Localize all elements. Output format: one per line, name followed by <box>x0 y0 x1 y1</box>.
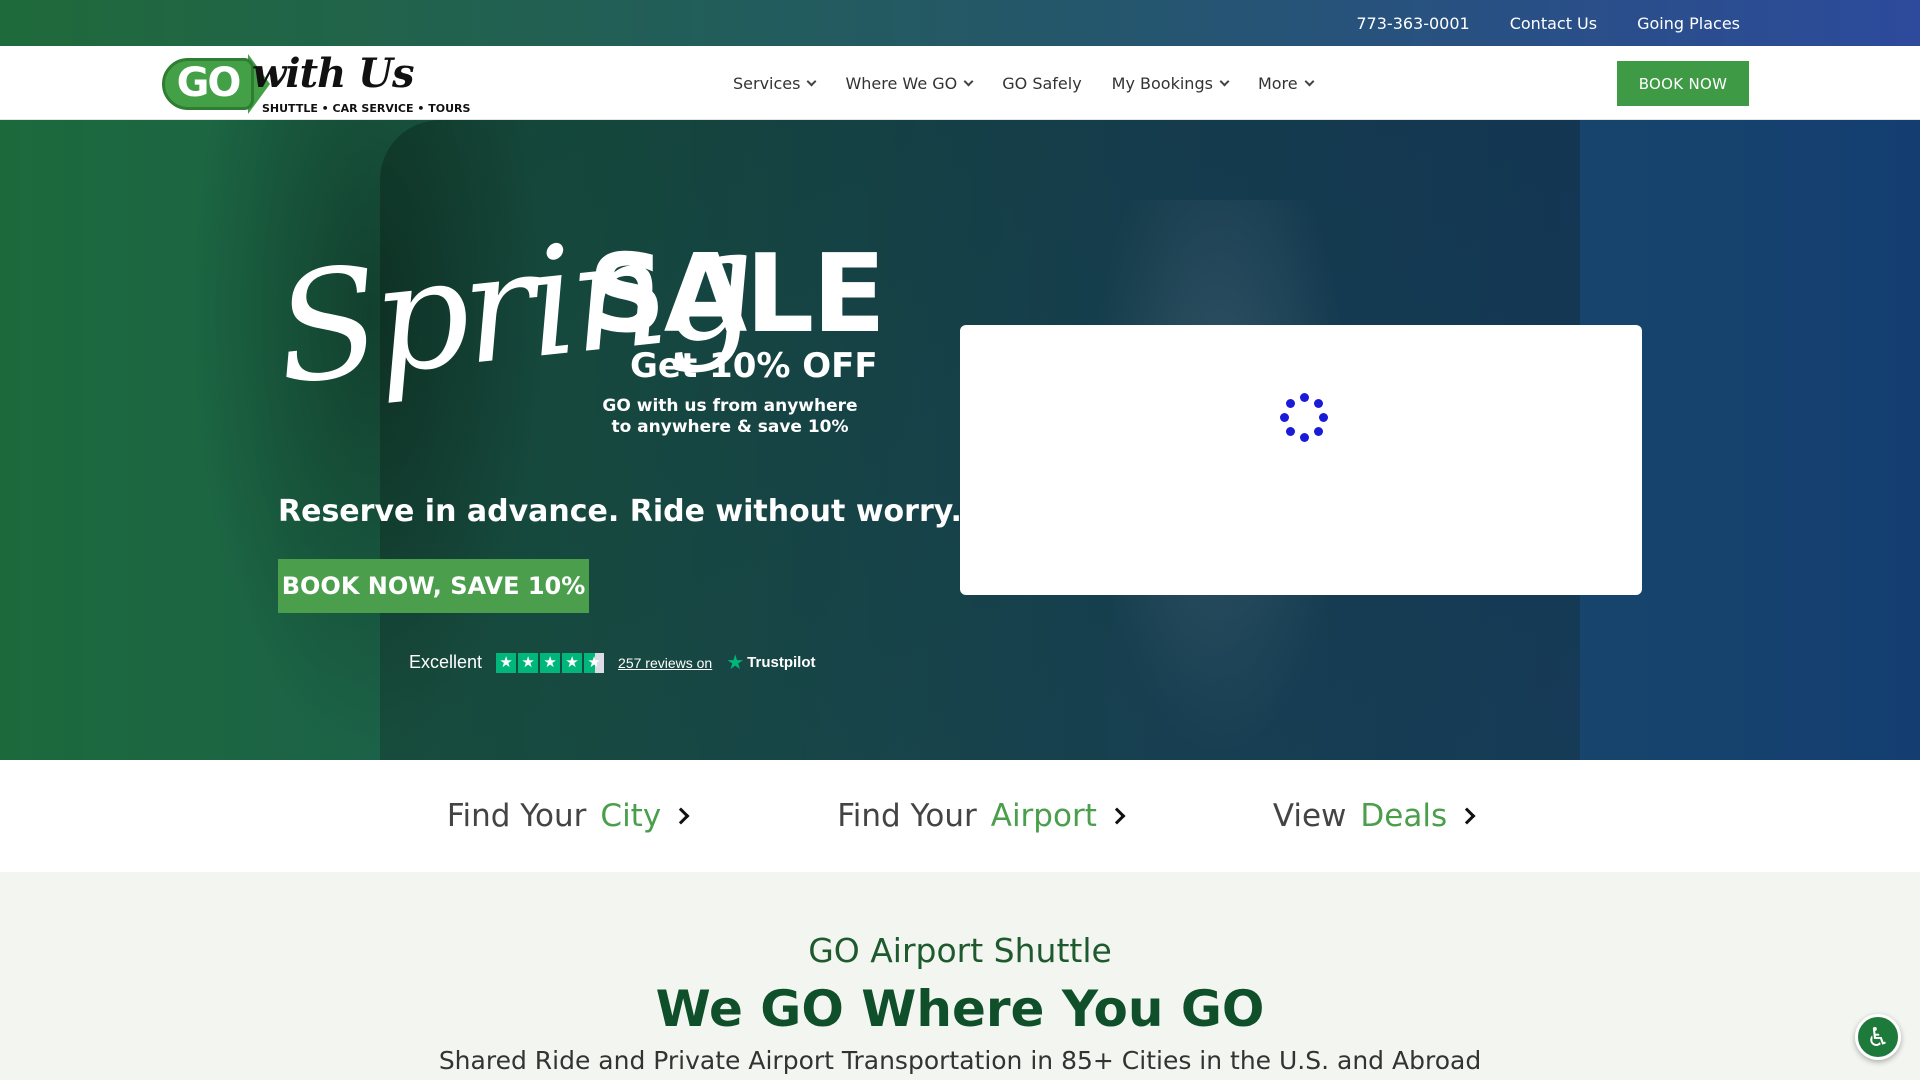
chevron-down-icon <box>807 76 817 86</box>
star-icon: ★ <box>518 652 539 673</box>
chevron-down-icon <box>1304 76 1315 86</box>
trustpilot-logo: ★ Trustpilot <box>726 650 815 675</box>
nav-where-we-go[interactable]: Where We GO <box>845 73 974 93</box>
nav-go-safely[interactable]: GO Safely <box>1002 74 1081 93</box>
nav-my-bookings[interactable]: My Bookings <box>1111 73 1230 93</box>
logo-with-us: with Us <box>252 50 415 97</box>
loading-spinner-icon <box>1280 393 1328 442</box>
find-your-city-link[interactable]: Find Your City <box>446 798 690 834</box>
accessibility-icon[interactable]: ♿ <box>1855 1014 1901 1060</box>
view-deals-highlight: Deals <box>1360 798 1448 834</box>
booking-widget <box>960 325 1642 595</box>
chevron-down-icon <box>1219 76 1230 86</box>
star-icon: ★ <box>562 652 583 673</box>
trustpilot-brand: Trustpilot <box>747 654 816 671</box>
find-your-city-prefix: Find Your <box>446 798 587 834</box>
contact-us-link[interactable]: Contact Us <box>1510 14 1597 33</box>
book-now-button[interactable]: BOOK NOW <box>1617 61 1749 106</box>
nav-go-safely-label: GO Safely <box>1002 73 1082 93</box>
nav-my-bookings-label: My Bookings <box>1111 73 1213 93</box>
nav-more[interactable]: More <box>1257 73 1315 93</box>
star-icon: ★ <box>584 652 605 673</box>
find-your-city-highlight: City <box>600 798 662 834</box>
offer-subtitle-line1: GO with us from anywhere <box>602 396 858 416</box>
going-places-link[interactable]: Going Places <box>1637 14 1740 33</box>
nav-services[interactable]: Services <box>733 73 817 93</box>
offer-subtitle-line2: to anywhere & save 10% <box>611 417 849 437</box>
logo-tagline: SHUTTLE • CAR SERVICE • TOURS <box>262 102 471 115</box>
find-your-airport-link[interactable]: Find Your Airport <box>837 798 1126 834</box>
chevron-right-icon <box>1108 807 1126 825</box>
nav-services-label: Services <box>733 73 801 93</box>
find-your-airport-prefix: Find Your <box>837 798 977 834</box>
quick-links: Find Your City Find Your Airport View De… <box>0 760 1920 872</box>
main-nav: Services Where We GO GO Safely My Bookin… <box>733 46 1315 120</box>
phone-link[interactable]: 773-363-0001 <box>1356 14 1469 33</box>
book-now-save-button[interactable]: BOOK NOW, SAVE 10% <box>278 559 589 613</box>
view-deals-prefix: View <box>1272 798 1347 834</box>
offer-title: Get 10% OFF <box>630 346 878 386</box>
find-your-airport-highlight: Airport <box>990 798 1097 834</box>
trustpilot-stars: ★ ★ ★ ★ ★ <box>496 652 605 673</box>
logo[interactable]: GO with Us SHUTTLE • CAR SERVICE • TOURS <box>162 50 470 118</box>
chevron-right-icon <box>672 807 690 825</box>
star-icon: ★ <box>496 652 517 673</box>
trustpilot-reviews-link[interactable]: 257 reviews on <box>618 655 712 671</box>
section-description: Shared Ride and Private Airport Transpor… <box>438 1046 1482 1075</box>
section-headline: We GO Where You GO <box>655 980 1265 1038</box>
section-kicker: GO Airport Shuttle <box>808 931 1112 970</box>
star-icon: ★ <box>540 652 561 673</box>
view-deals-link[interactable]: View Deals <box>1272 798 1476 834</box>
utility-bar: 773-363-0001 Contact Us Going Places <box>0 0 1920 46</box>
nav-where-we-go-label: Where We GO <box>845 73 958 93</box>
offer-subtitle: GO with us from anywhere to anywhere & s… <box>600 396 860 438</box>
chevron-right-icon <box>1458 807 1476 825</box>
hero-tagline: Reserve in advance. Ride without worry. <box>278 494 962 529</box>
trustpilot-widget[interactable]: Excellent ★ ★ ★ ★ ★ 257 reviews on ★ Tru… <box>409 650 815 675</box>
trustpilot-rating-text: Excellent <box>409 652 483 672</box>
nav-more-label: More <box>1257 73 1298 93</box>
hero-banner: Spring SALE Get 10% OFF GO with us from … <box>0 120 1920 760</box>
trustpilot-star-icon: ★ <box>726 652 745 674</box>
site-header: GO with Us SHUTTLE • CAR SERVICE • TOURS… <box>0 46 1920 120</box>
logo-go: GO <box>162 58 254 110</box>
intro-section: GO Airport Shuttle We GO Where You GO Sh… <box>0 872 1920 1080</box>
sale-title: SALE <box>588 232 886 357</box>
chevron-down-icon <box>963 76 974 86</box>
